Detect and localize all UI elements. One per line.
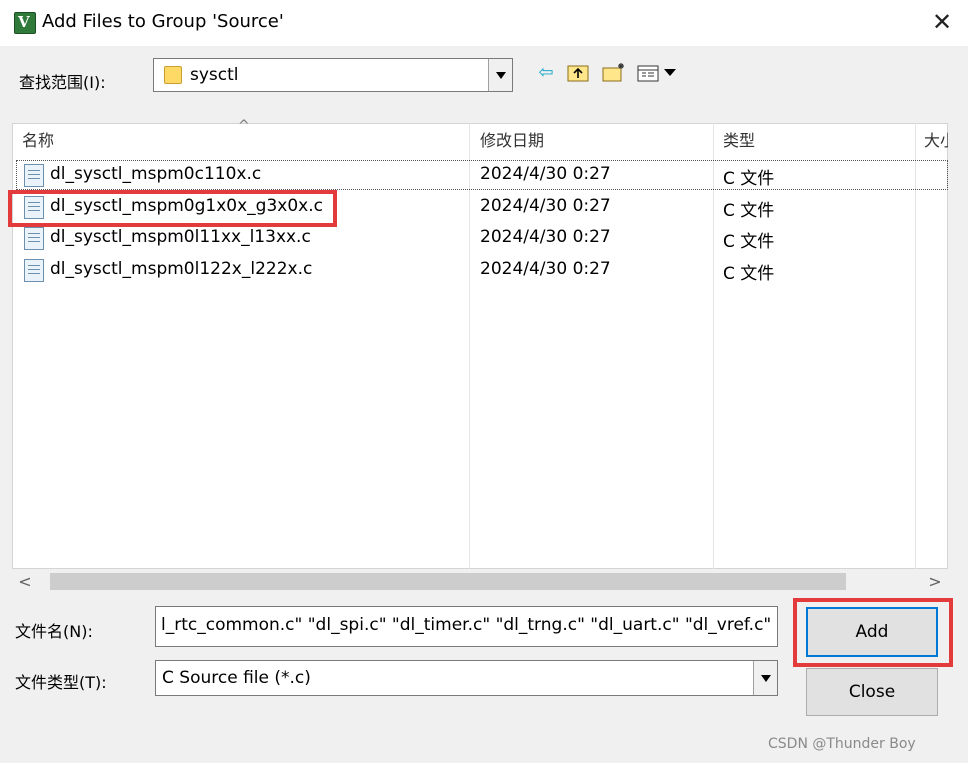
filename-input[interactable]: l_rtc_common.c" "dl_spi.c" "dl_timer.c" … [155,606,778,647]
c-file-icon [24,227,44,250]
column-header-type[interactable]: 类型 [723,127,755,151]
lookin-value: sysctl [190,65,239,85]
watermark: CSDN @Thunder Boy [768,736,916,752]
list-item[interactable]: dl_sysctl_mspm0l122x_l222x.c 2024/4/30 0… [17,256,947,284]
column-separator [469,123,470,569]
close-icon[interactable]: ✕ [928,8,956,36]
file-date: 2024/4/30 0:27 [480,164,611,184]
highlight-box [793,598,953,667]
file-type: C 文件 [723,169,775,189]
scroll-left-icon[interactable]: < [14,571,36,592]
list-item[interactable]: dl_sysctl_mspm0c110x.c 2024/4/30 0:27 C … [16,160,948,190]
close-button[interactable]: Close [806,668,938,716]
file-name: dl_sysctl_mspm0l122x_l222x.c [50,259,313,279]
window-title: Add Files to Group 'Source' [42,11,284,32]
horizontal-scrollbar[interactable]: < > [12,570,948,593]
column-header-date[interactable]: 修改日期 [480,127,544,151]
app-icon: V [14,12,36,34]
lookin-combo[interactable]: sysctl [153,58,513,92]
column-header-name[interactable]: 名称 [22,127,54,151]
up-folder-icon[interactable] [566,61,590,83]
lookin-label: 查找范围(I): [19,73,106,92]
filetype-label: 文件类型(T): [15,673,107,692]
column-separator [915,123,916,569]
file-date: 2024/4/30 0:27 [480,227,611,247]
highlight-box [8,190,337,227]
filetype-value: C Source file (*.c) [162,668,311,688]
column-header-size[interactable]: 大小 [924,127,948,151]
folder-icon [164,66,182,84]
file-type: C 文件 [723,264,775,284]
file-name: dl_sysctl_mspm0l11xx_l13xx.c [50,227,311,247]
file-type: C 文件 [723,232,775,252]
file-type: C 文件 [723,201,775,221]
file-date: 2024/4/30 0:27 [480,196,611,216]
filetype-dropdown-icon[interactable] [753,661,777,695]
file-name: dl_sysctl_mspm0c110x.c [50,164,262,184]
new-folder-icon[interactable] [601,61,625,83]
list-item[interactable]: dl_sysctl_mspm0l11xx_l13xx.c 2024/4/30 0… [17,224,947,252]
view-menu-icon[interactable] [636,62,680,84]
scroll-right-icon[interactable]: > [924,571,946,592]
c-file-icon [24,259,44,282]
filename-label: 文件名(N): [15,622,93,641]
lookin-dropdown-icon[interactable] [488,59,512,91]
c-file-icon [24,164,44,187]
column-separator [713,123,714,569]
back-arrow-icon[interactable]: ⇦ [534,62,558,84]
filetype-combo[interactable]: C Source file (*.c) [155,660,778,696]
file-date: 2024/4/30 0:27 [480,259,611,279]
scrollbar-thumb[interactable] [50,573,846,590]
sort-arrow-icon: ^ [238,118,250,134]
